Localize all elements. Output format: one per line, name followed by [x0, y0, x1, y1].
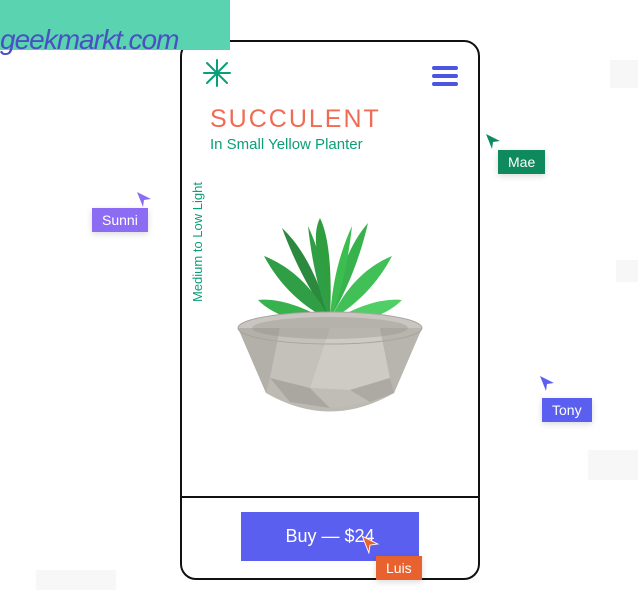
product-illustration	[220, 208, 440, 443]
cursor-mae-icon	[484, 132, 502, 150]
cursor-luis-icon	[360, 534, 380, 554]
bg-pixel	[36, 570, 116, 590]
watermark-text: geekmarkt.com	[0, 24, 178, 56]
buy-row: Buy — $24	[182, 494, 478, 578]
logo-asterisk-icon	[202, 58, 232, 93]
cursor-sunni-icon	[135, 190, 153, 208]
cursor-tony-icon	[538, 374, 556, 392]
product-image-area	[182, 163, 478, 443]
menu-icon[interactable]	[432, 62, 458, 90]
cursor-label-sunni: Sunni	[92, 208, 148, 232]
phone-header	[182, 42, 478, 101]
phone-frame: SUCCULENT In Small Yellow Planter Medium…	[180, 40, 480, 580]
bg-pixel	[610, 60, 638, 88]
buy-button[interactable]: Buy — $24	[241, 512, 418, 561]
cursor-label-tony: Tony	[542, 398, 592, 422]
product-subtitle: In Small Yellow Planter	[182, 134, 478, 153]
cursor-label-mae: Mae	[498, 150, 545, 174]
product-title: SUCCULENT	[182, 101, 478, 134]
cursor-label-luis: Luis	[376, 556, 422, 580]
bg-pixel	[616, 260, 638, 282]
bg-pixel	[588, 450, 638, 480]
